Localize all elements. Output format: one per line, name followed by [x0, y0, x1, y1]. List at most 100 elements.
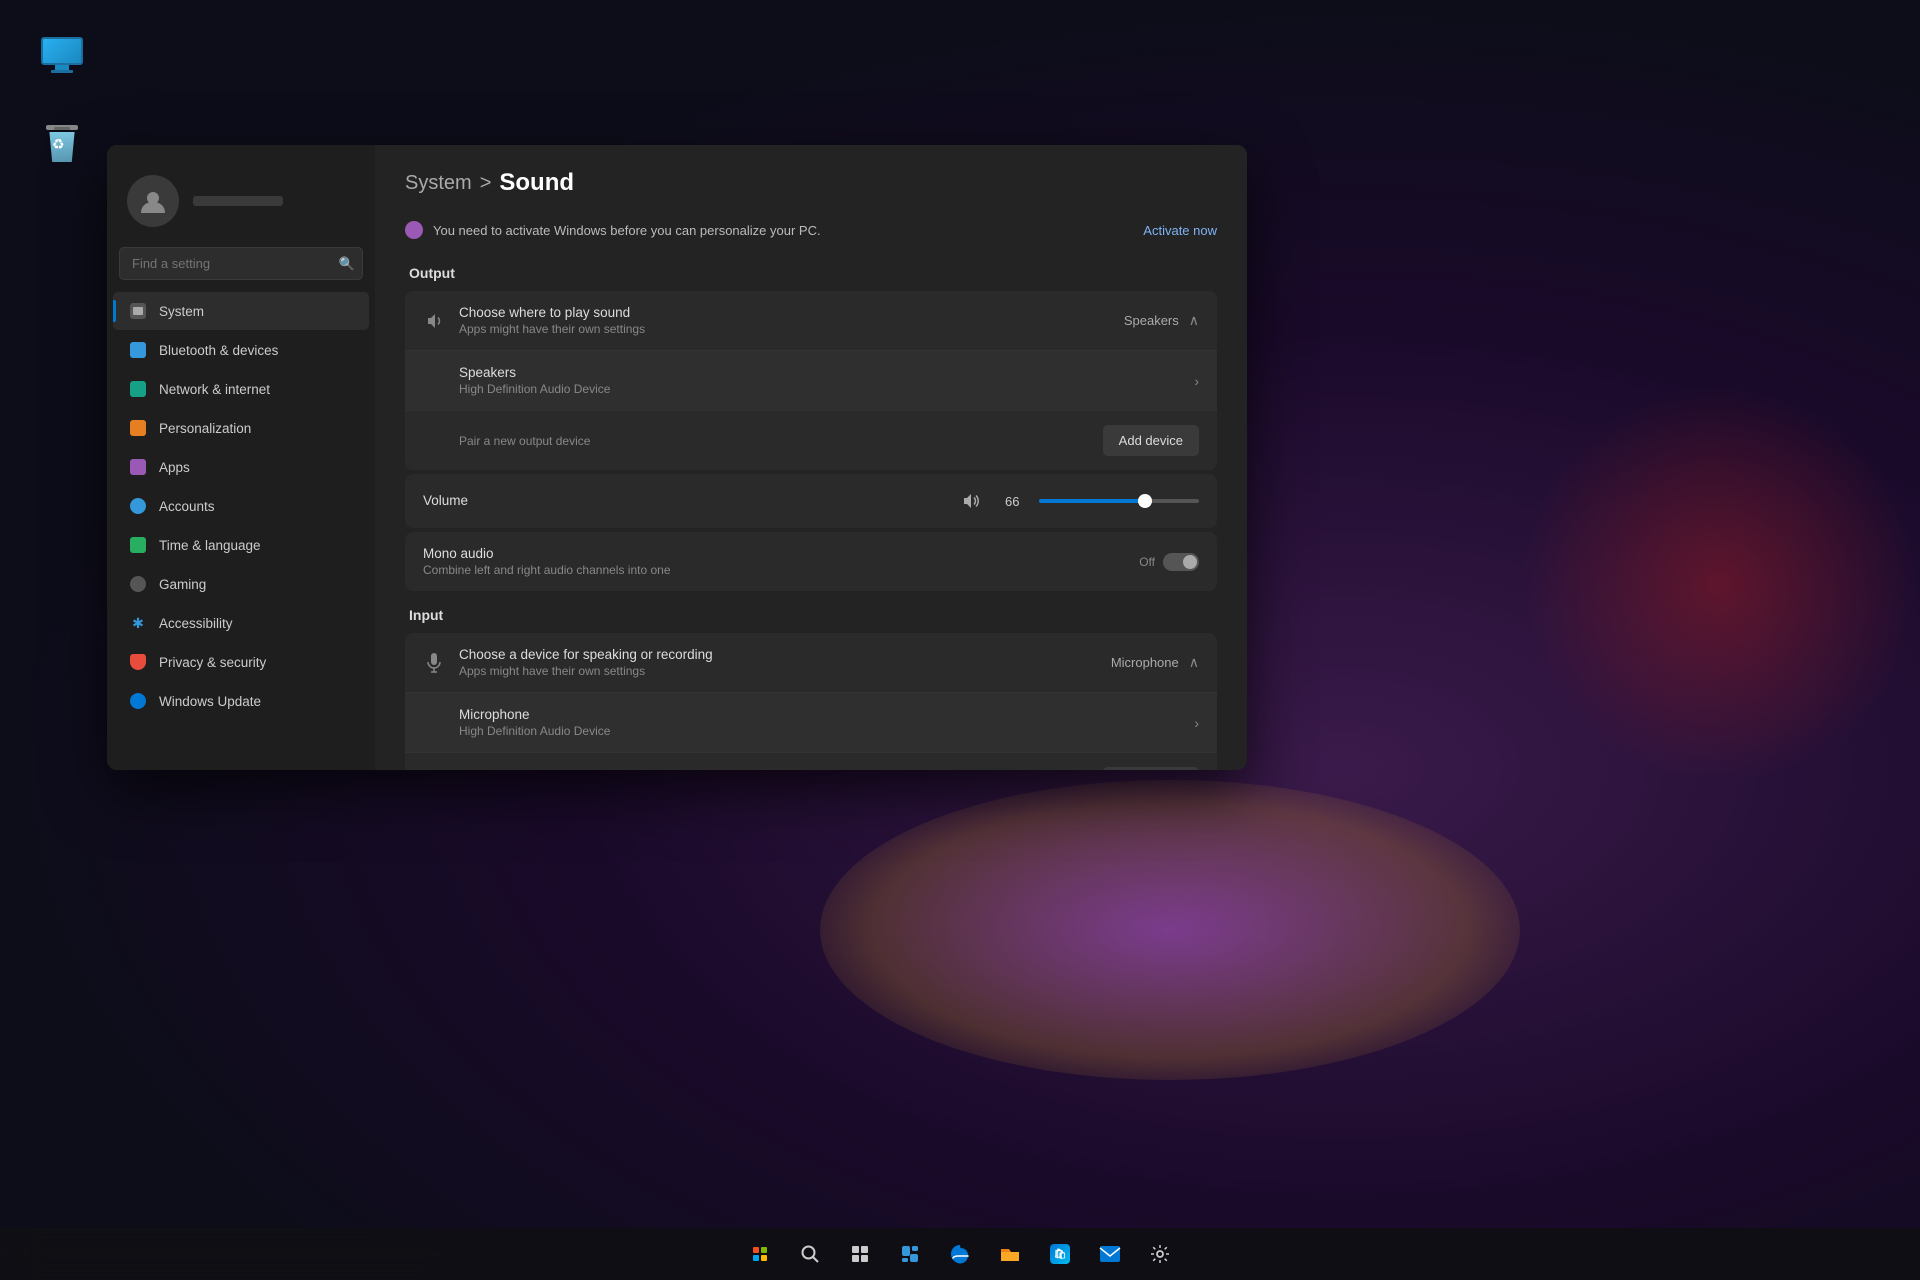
speaker-icon: [423, 310, 445, 332]
choose-output-right: Speakers ∧: [1124, 312, 1199, 329]
breadcrumb-separator: >: [480, 172, 492, 195]
choose-input-chevron: ∧: [1189, 654, 1199, 671]
sidebar-item-windows-update-label: Windows Update: [159, 694, 261, 709]
choose-input-title: Choose a device for speaking or recordin…: [459, 647, 1111, 662]
volume-icon: [959, 490, 981, 512]
sidebar-item-accounts[interactable]: Accounts: [113, 487, 369, 525]
microphone-row[interactable]: Microphone High Definition Audio Device …: [405, 693, 1217, 753]
breadcrumb-sound: Sound: [499, 169, 574, 197]
microphone-chevron: ›: [1194, 715, 1199, 731]
task-view-icon: [850, 1244, 870, 1264]
pair-output-label: Pair a new output device: [459, 434, 590, 448]
volume-slider[interactable]: [1039, 499, 1199, 503]
ms-store-button[interactable]: 🛍: [1038, 1232, 1082, 1276]
breadcrumb-system: System: [405, 172, 472, 195]
sidebar-item-accounts-label: Accounts: [159, 499, 215, 514]
volume-row[interactable]: Volume 66: [405, 474, 1217, 528]
microphone-right: ›: [1194, 715, 1199, 731]
search-taskbar-icon: [800, 1244, 820, 1264]
sidebar-item-apps[interactable]: Apps: [113, 448, 369, 486]
activate-now-link[interactable]: Activate now: [1143, 223, 1217, 238]
activation-banner: You need to activate Windows before you …: [405, 217, 1217, 251]
sidebar-item-network-label: Network & internet: [159, 382, 270, 397]
monitor-desktop-icon[interactable]: [22, 28, 102, 86]
pair-output-row: Pair a new output device Add device: [405, 411, 1217, 470]
sidebar-item-time[interactable]: Time & language: [113, 526, 369, 564]
sidebar-item-personalization[interactable]: Personalization: [113, 409, 369, 447]
choose-output-row[interactable]: Choose where to play sound Apps might ha…: [405, 291, 1217, 351]
file-explorer-button[interactable]: [988, 1232, 1032, 1276]
apps-icon: [129, 458, 147, 476]
mono-audio-card: Mono audio Combine left and right audio …: [405, 532, 1217, 591]
speakers-right: ›: [1194, 373, 1199, 389]
bluetooth-icon: [129, 341, 147, 359]
input-section-header: Input: [405, 607, 1217, 623]
start-button[interactable]: [738, 1232, 782, 1276]
windows-logo: [753, 1247, 767, 1261]
accounts-icon: [129, 497, 147, 515]
system-icon: [129, 302, 147, 320]
volume-card: Volume 66: [405, 474, 1217, 528]
avatar: [127, 175, 179, 227]
sidebar-item-personalization-label: Personalization: [159, 421, 251, 436]
edge-icon: [949, 1243, 971, 1265]
volume-label: Volume: [423, 493, 468, 508]
speakers-chevron: ›: [1194, 373, 1199, 389]
sidebar-item-windows-update[interactable]: Windows Update: [113, 682, 369, 720]
speakers-text: Speakers High Definition Audio Device: [459, 365, 1194, 396]
mono-audio-toggle[interactable]: Off: [1139, 553, 1199, 571]
output-section: Output Choose where to play sound Apps m…: [405, 265, 1217, 591]
mono-audio-row[interactable]: Mono audio Combine left and right audio …: [405, 532, 1217, 591]
recycle-bin-desktop-icon[interactable]: ♻: [22, 118, 102, 176]
mono-audio-text: Mono audio Combine left and right audio …: [423, 546, 1139, 577]
choose-output-chevron: ∧: [1189, 312, 1199, 329]
search-input[interactable]: [119, 247, 363, 280]
mono-audio-subtitle: Combine left and right audio channels in…: [423, 563, 1139, 577]
sidebar-item-privacy[interactable]: Privacy & security: [113, 643, 369, 681]
volume-value: 66: [1005, 494, 1029, 509]
widgets-button[interactable]: [888, 1232, 932, 1276]
mono-audio-title: Mono audio: [423, 546, 1139, 561]
accessibility-icon: ✱: [129, 614, 147, 632]
choose-input-row[interactable]: Choose a device for speaking or recordin…: [405, 633, 1217, 693]
privacy-icon: [129, 653, 147, 671]
mail-icon: [1099, 1245, 1121, 1263]
mail-button[interactable]: [1088, 1232, 1132, 1276]
sidebar-item-accessibility[interactable]: ✱ Accessibility: [113, 604, 369, 642]
task-view-button[interactable]: [838, 1232, 882, 1276]
choose-input-subtitle: Apps might have their own settings: [459, 664, 1111, 678]
main-content: System > Sound You need to activate Wind…: [375, 145, 1247, 770]
volume-thumb[interactable]: [1138, 494, 1152, 508]
pair-output-text: Pair a new output device: [459, 432, 1103, 450]
user-profile-area[interactable]: [107, 165, 375, 247]
microphone-choose-icon: [423, 652, 445, 674]
sidebar-item-gaming[interactable]: Gaming: [113, 565, 369, 603]
settings-taskbar-button[interactable]: [1138, 1232, 1182, 1276]
taskbar: 🛍: [0, 1228, 1920, 1280]
volume-control: 66: [811, 490, 1199, 512]
activation-icon: [405, 221, 423, 239]
edge-button[interactable]: [938, 1232, 982, 1276]
add-output-device-button[interactable]: Add device: [1103, 425, 1199, 456]
pair-input-row: Pair a new input device Add device: [405, 753, 1217, 770]
input-section: Input Choose a device for speaking or re…: [405, 607, 1217, 770]
search-icon[interactable]: 🔍: [339, 256, 355, 272]
microphone-text: Microphone High Definition Audio Device: [459, 707, 1194, 738]
sidebar-item-bluetooth-label: Bluetooth & devices: [159, 343, 278, 358]
add-input-device-button[interactable]: Add device: [1103, 767, 1199, 770]
time-icon: [129, 536, 147, 554]
choose-output-title: Choose where to play sound: [459, 305, 1124, 320]
sidebar-item-gaming-label: Gaming: [159, 577, 206, 592]
widgets-icon: [900, 1244, 920, 1264]
sidebar-item-system[interactable]: System: [113, 292, 369, 330]
speakers-row[interactable]: Speakers High Definition Audio Device ›: [405, 351, 1217, 411]
mono-audio-toggle-knob[interactable]: [1163, 553, 1199, 571]
sidebar-item-system-label: System: [159, 304, 204, 319]
choose-output-subtitle: Apps might have their own settings: [459, 322, 1124, 336]
sidebar-item-apps-label: Apps: [159, 460, 190, 475]
search-taskbar-button[interactable]: [788, 1232, 832, 1276]
microphone-title: Microphone: [459, 707, 1194, 722]
activation-text: You need to activate Windows before you …: [433, 223, 1143, 238]
sidebar-item-bluetooth[interactable]: Bluetooth & devices: [113, 331, 369, 369]
sidebar-item-network[interactable]: Network & internet: [113, 370, 369, 408]
